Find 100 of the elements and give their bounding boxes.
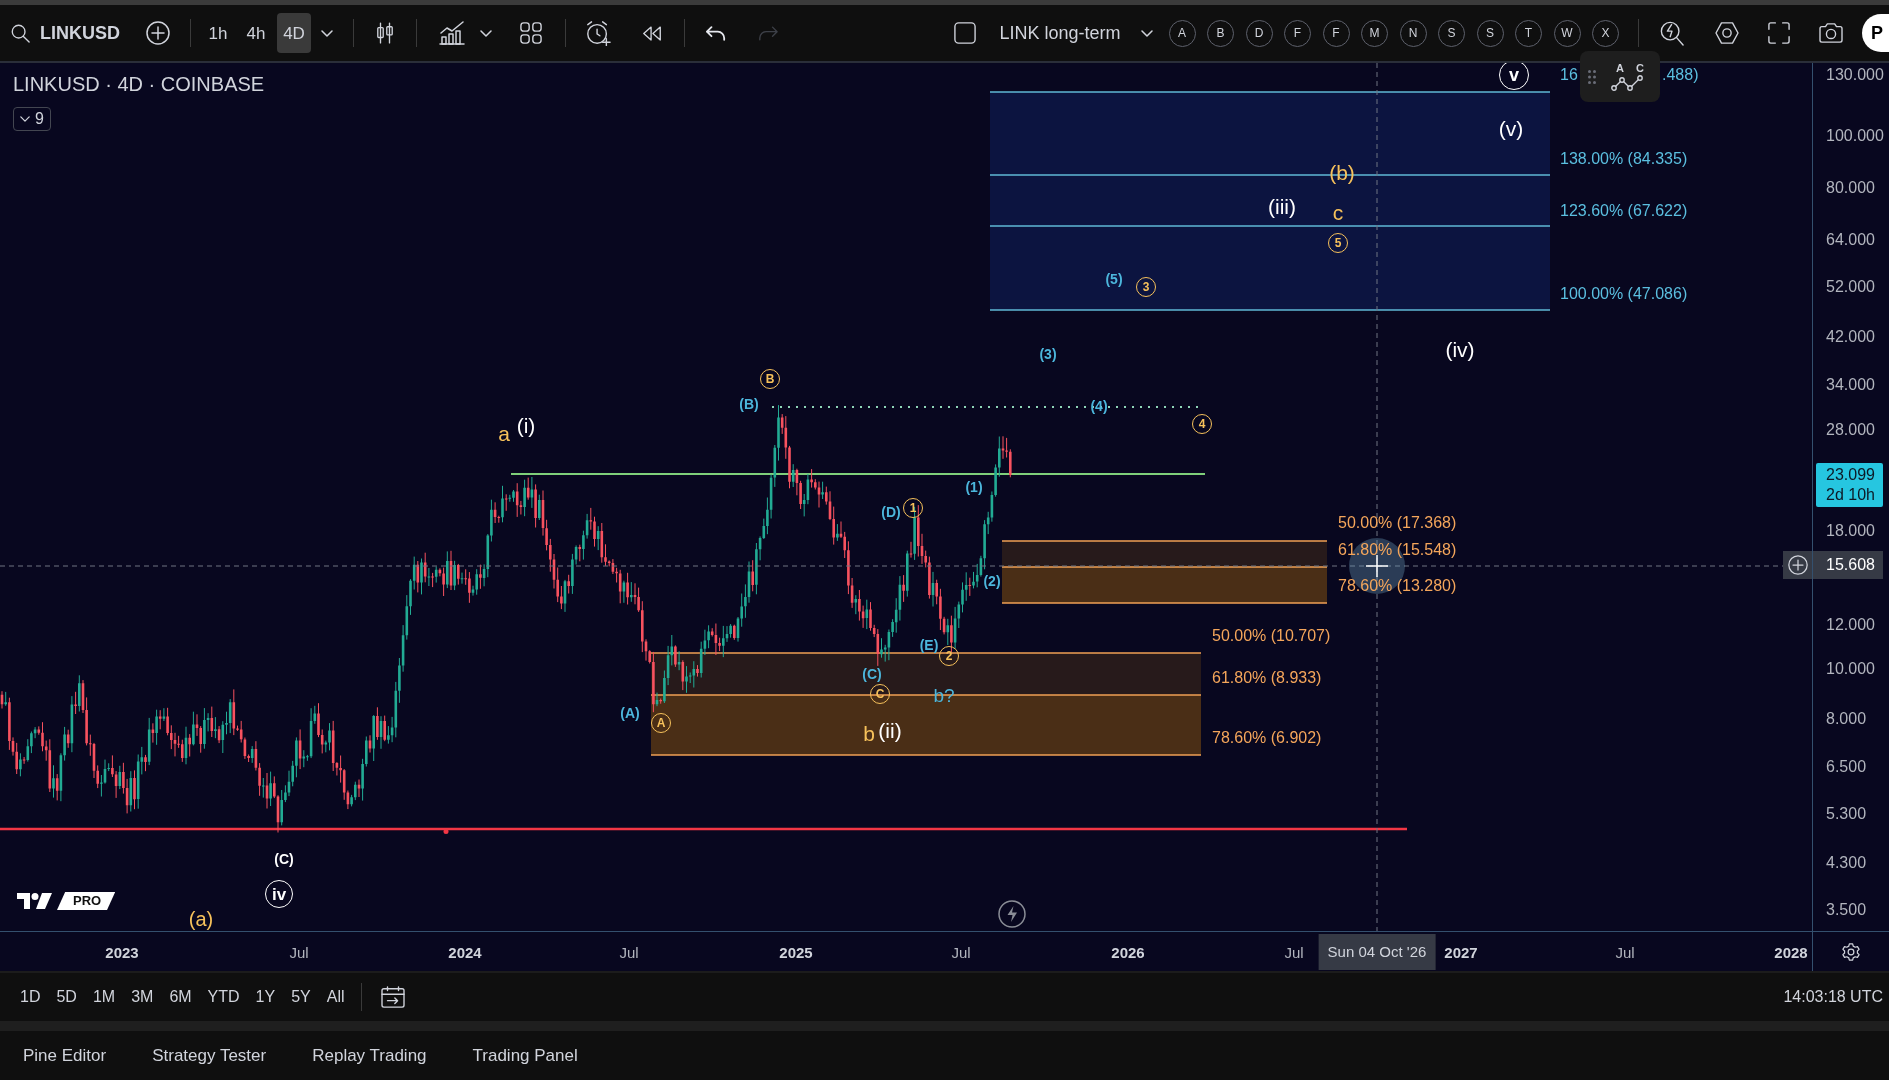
wave-label: (A): [620, 706, 640, 720]
time-axis-label: Jul: [289, 944, 309, 959]
time-axis-label: Jul: [619, 944, 639, 959]
chevron-down-icon: [20, 116, 30, 122]
fib-level-label: 61.80% (8.933): [1212, 670, 1322, 686]
wave-label: (C): [862, 667, 882, 681]
grid-icon: [520, 22, 542, 44]
crosshair-plus-button[interactable]: [1783, 551, 1812, 579]
crosshair-price-label: 15.608: [1813, 551, 1883, 579]
bar-countdown: 2d 10h: [1826, 487, 1876, 503]
search-icon: [10, 23, 30, 43]
layout-name-button[interactable]: LINK long-term: [999, 13, 1121, 53]
fib-level-label: 50.00% (17.368): [1338, 515, 1457, 531]
range-button[interactable]: 1M: [86, 980, 122, 1014]
interval-button[interactable]: 1h: [201, 13, 235, 53]
crosshair-date-label: Sun 04 Oct '26: [1318, 934, 1436, 970]
pro-badge: PRO: [57, 892, 116, 910]
fib-level-label: 78.60% (6.902): [1212, 730, 1322, 746]
plus-circle-icon: [146, 21, 170, 45]
panel-tab[interactable]: Strategy Tester: [129, 1035, 290, 1076]
camera-icon: [1818, 22, 1844, 44]
square-icon: [954, 22, 977, 44]
time-axis-label: 2027: [1444, 944, 1478, 959]
wave-label: (b): [1329, 161, 1355, 183]
range-button[interactable]: 1D: [14, 980, 47, 1014]
bar-chart-icon: [439, 21, 465, 45]
time-axis-label: Jul: [1284, 944, 1304, 959]
clock-time: 14:03:18 UTC: [1783, 987, 1883, 1007]
price-axis-label: 34.000: [1826, 377, 1875, 393]
fib-level-label: 16: [1560, 67, 1578, 83]
fullscreen-icon: [1768, 22, 1790, 44]
wave-label: (a): [188, 909, 214, 929]
panel-tab[interactable]: Pine Editor: [0, 1035, 130, 1076]
alarm-clock-icon: [585, 20, 611, 46]
time-axis-label: Jul: [1615, 944, 1635, 959]
range-button[interactable]: YTD: [201, 980, 246, 1014]
time-axis-label: 2026: [1111, 944, 1145, 959]
range-button[interactable]: 1Y: [249, 980, 282, 1014]
fib-level-label: 78.60% (13.280): [1338, 578, 1457, 594]
chart-legend-title: LINKUSD · 4D · COINBASE: [13, 74, 265, 94]
zigzag-nodes-icon: [1611, 74, 1645, 91]
wave-label: (C): [274, 852, 294, 866]
wave-label: (2): [983, 574, 1001, 588]
anchor-point-icon: [443, 829, 449, 834]
time-axis-label: 2028: [1774, 944, 1808, 959]
price-axis-label: 28.000: [1826, 422, 1875, 438]
lightning-search-icon: [1660, 20, 1684, 46]
wave-label: (iv): [1445, 338, 1475, 360]
wave-label: (4): [1090, 399, 1108, 413]
price-axis-label: 12.000: [1826, 617, 1875, 633]
wave-label: a: [498, 422, 510, 444]
fib-level-label: 61.80% (15.548): [1338, 542, 1457, 558]
panel-tab[interactable]: Replay Trading: [289, 1035, 450, 1076]
wave-label: (5): [1105, 272, 1123, 286]
caret-icon: [321, 29, 333, 37]
caret-icon: [480, 29, 492, 37]
price-axis-label: 4.300: [1826, 855, 1867, 871]
price-axis-label: 6.500: [1826, 759, 1867, 775]
price-axis-label: 42.000: [1826, 329, 1875, 345]
indicators-toggle-button[interactable]: 9: [13, 107, 51, 131]
grip-handle-icon[interactable]: [1588, 69, 1596, 84]
interval-button[interactable]: 4D: [277, 13, 311, 53]
calendar-arrow-icon: [380, 986, 405, 1008]
fib-level-label: 138.00% (84.335): [1560, 151, 1688, 167]
wave-label: (D): [881, 505, 901, 519]
time-axis-label: Jul: [951, 944, 971, 959]
rewind-icon: [641, 24, 663, 42]
wave-label: (E): [919, 638, 939, 652]
range-button[interactable]: 3M: [125, 980, 160, 1014]
fib-level-label: 100.00% (47.086): [1560, 286, 1688, 302]
interval-button[interactable]: 4h: [239, 13, 273, 53]
wave-label: (iii): [1268, 195, 1296, 217]
candlestick-icon: [376, 22, 394, 44]
fib-level-label: .488): [1662, 67, 1699, 83]
wave-label: (B): [739, 397, 759, 411]
wave-label: (ii): [878, 719, 902, 741]
price-axis-label: 64.000: [1826, 232, 1875, 248]
wave-label: c: [1332, 201, 1344, 223]
panel-tab[interactable]: Trading Panel: [449, 1035, 601, 1076]
symbol-search-button[interactable]: LINKUSD: [4, 13, 126, 53]
range-button[interactable]: 6M: [163, 980, 198, 1014]
price-axis-label: 130.000: [1826, 67, 1884, 83]
publish-button[interactable]: P: [1862, 14, 1889, 52]
price-axis-label: 100.000: [1826, 128, 1884, 144]
plus-circle-icon: [1788, 555, 1808, 575]
wave-label: (3): [1039, 347, 1057, 361]
wave-label: (v): [1498, 117, 1524, 139]
range-button[interactable]: 5D: [50, 980, 83, 1014]
caret-icon: [1140, 29, 1153, 37]
price-axis-label: 8.000: [1826, 711, 1867, 727]
range-button[interactable]: 5Y: [285, 980, 317, 1014]
wave-tool-button[interactable]: A C: [1606, 56, 1650, 97]
hexagon-icon: [1715, 22, 1739, 44]
price-axis-label: 10.000: [1826, 661, 1875, 677]
lightning-circle-icon: [998, 900, 1026, 928]
range-button[interactable]: All: [320, 980, 351, 1014]
price-axis-label: 18.000: [1826, 523, 1875, 539]
wave-label: (i): [516, 414, 536, 436]
price-axis-label: 5.300: [1826, 806, 1867, 822]
settings-icon: [1842, 942, 1860, 961]
